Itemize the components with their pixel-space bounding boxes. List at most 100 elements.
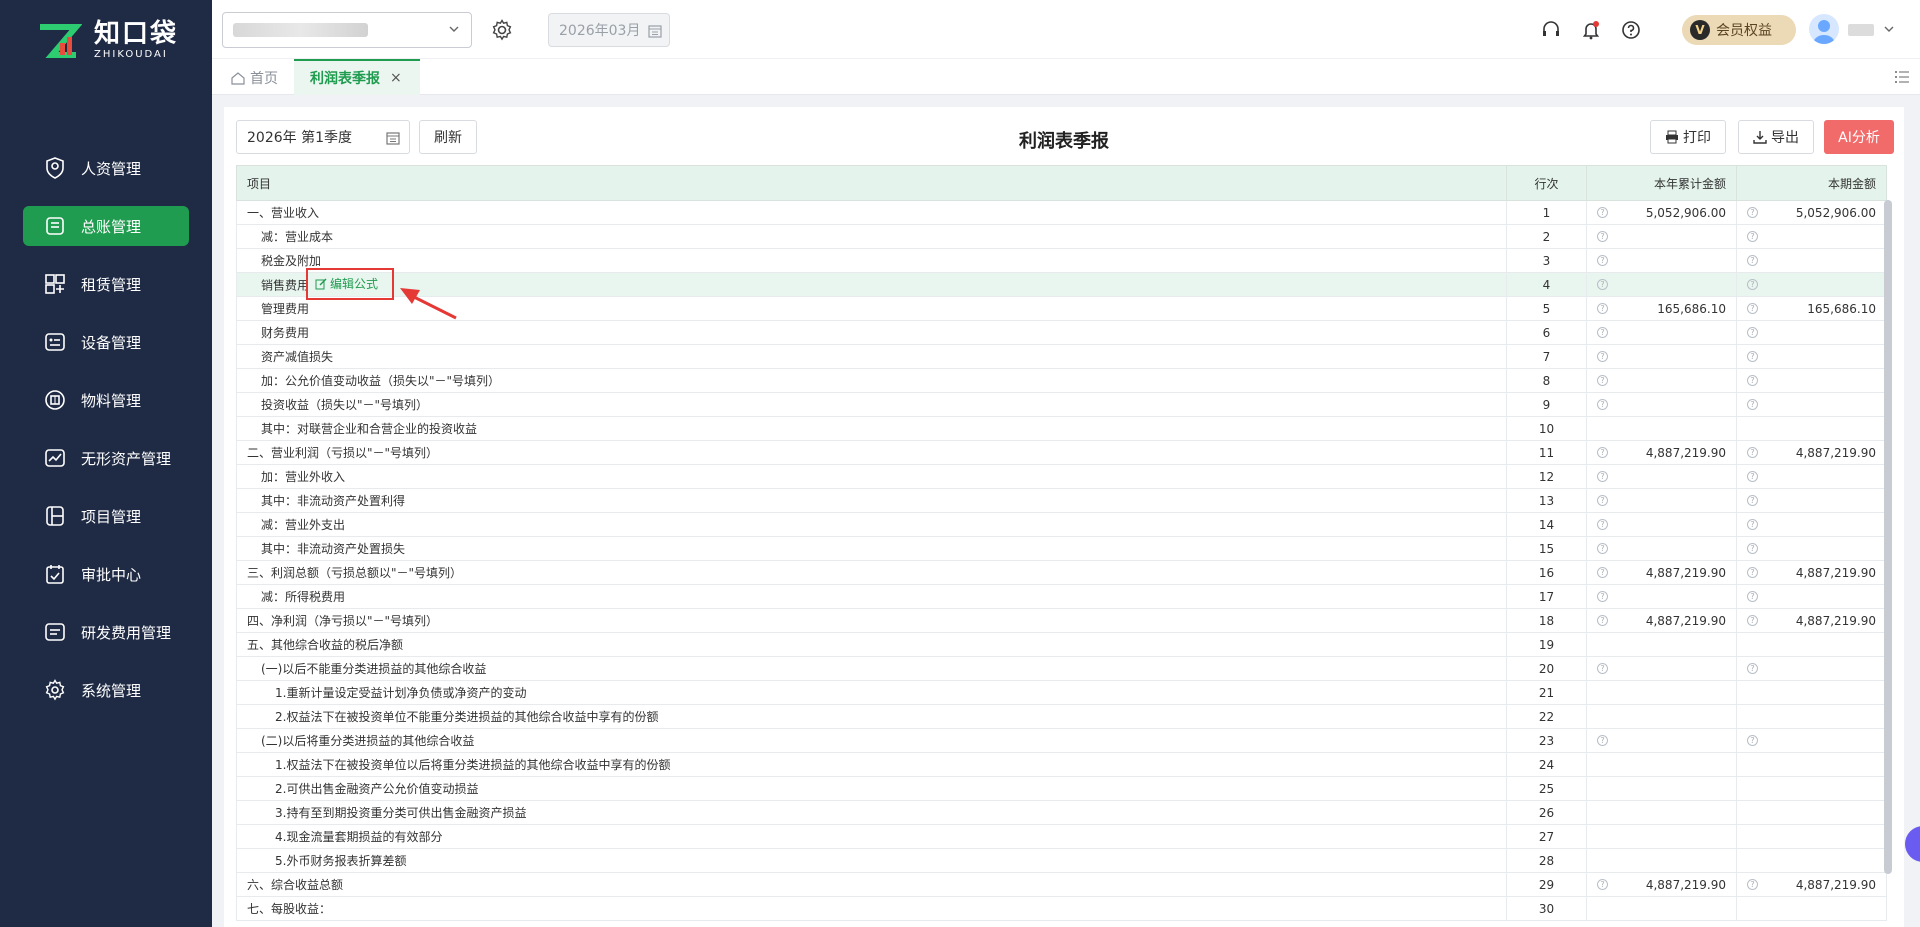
table-row[interactable]: 4.现金流量套期损益的有效部分 27 [236, 824, 1887, 849]
table-row[interactable]: 二、营业利润（亏损以"－"号填列） 11? 4,887,219.90? 4,887,2… [236, 440, 1887, 465]
table-row[interactable]: 5.外币财务报表折算差额 28 [236, 848, 1887, 873]
row-ytd[interactable]: ? [1586, 368, 1737, 393]
row-ytd[interactable]: ? [1586, 392, 1737, 417]
question-icon[interactable]: ? [1747, 543, 1758, 554]
sidebar-item-6[interactable]: 无形资产管理 [23, 438, 189, 478]
question-icon[interactable]: ? [1597, 471, 1608, 482]
row-ytd[interactable]: ? [1586, 656, 1737, 681]
table-row[interactable]: 其中：非流动资产处置损失 15?? [236, 536, 1887, 561]
row-period[interactable] [1736, 632, 1887, 657]
row-ytd[interactable] [1586, 824, 1737, 849]
table-row[interactable]: (一)以后不能重分类进损益的其他综合收益 20?? [236, 656, 1887, 681]
question-icon[interactable]: ? [1747, 615, 1758, 626]
row-ytd[interactable]: ? [1586, 344, 1737, 369]
help-icon[interactable] [1620, 19, 1642, 41]
settings-gear-icon[interactable] [490, 18, 514, 42]
row-ytd[interactable] [1586, 704, 1737, 729]
question-icon[interactable]: ? [1747, 279, 1758, 290]
table-row[interactable]: 四、净利润（净亏损以"－"号填列） 18? 4,887,219.90? 4,887,2… [236, 608, 1887, 633]
row-period[interactable] [1736, 752, 1887, 777]
row-ytd[interactable]: ? [1586, 488, 1737, 513]
table-row[interactable]: (二)以后将重分类进损益的其他综合收益 23?? [236, 728, 1887, 753]
row-period[interactable]: ? [1736, 272, 1887, 297]
question-icon[interactable]: ? [1747, 495, 1758, 506]
company-select[interactable] [222, 12, 472, 48]
headset-icon[interactable] [1540, 19, 1562, 41]
row-ytd[interactable]: ? [1586, 728, 1737, 753]
table-row[interactable]: 销售费用 编辑公式 4?? [236, 272, 1887, 297]
question-icon[interactable]: ? [1597, 615, 1608, 626]
row-period[interactable] [1736, 800, 1887, 825]
question-icon[interactable]: ? [1597, 231, 1608, 242]
user-menu-chevron-icon[interactable] [1882, 22, 1896, 36]
table-row[interactable]: 投资收益（损失以"－"号填列） 9?? [236, 392, 1887, 417]
question-icon[interactable]: ? [1597, 327, 1608, 338]
table-row[interactable]: 六、综合收益总额 29? 4,887,219.90? 4,887,219.90 [236, 872, 1887, 897]
row-period[interactable]: ? 4,887,219.90 [1736, 560, 1887, 585]
table-row[interactable]: 五、其他综合收益的税后净额 19 [236, 632, 1887, 657]
row-ytd[interactable]: ? [1586, 584, 1737, 609]
table-row[interactable]: 3.持有至到期投资重分类可供出售金融资产损益 26 [236, 800, 1887, 825]
table-row[interactable]: 税金及附加 3?? [236, 248, 1887, 273]
row-period[interactable]: ? [1736, 224, 1887, 249]
question-icon[interactable]: ? [1597, 567, 1608, 578]
row-period[interactable] [1736, 824, 1887, 849]
refresh-button[interactable]: 刷新 [419, 120, 477, 154]
sidebar-item-10[interactable]: 系统管理 [23, 670, 189, 710]
row-period[interactable]: ? [1736, 344, 1887, 369]
question-icon[interactable]: ? [1747, 375, 1758, 386]
question-icon[interactable]: ? [1747, 351, 1758, 362]
row-ytd[interactable] [1586, 896, 1737, 921]
row-ytd[interactable]: ? 4,887,219.90 [1586, 608, 1737, 633]
table-row[interactable]: 三、利润总额（亏损总额以"－"号填列） 16? 4,887,219.90? 4,887… [236, 560, 1887, 585]
row-period[interactable] [1736, 848, 1887, 873]
question-icon[interactable]: ? [1747, 327, 1758, 338]
tab-close-icon[interactable]: × [390, 70, 402, 86]
sidebar-item-9[interactable]: 研发费用管理 [23, 612, 189, 652]
row-ytd[interactable]: ? 4,887,219.90 [1586, 560, 1737, 585]
question-icon[interactable]: ? [1597, 663, 1608, 674]
row-period[interactable]: ? 4,887,219.90 [1736, 872, 1887, 897]
row-period[interactable]: ? [1736, 320, 1887, 345]
question-icon[interactable]: ? [1597, 279, 1608, 290]
question-icon[interactable]: ? [1597, 879, 1608, 890]
question-icon[interactable]: ? [1597, 495, 1608, 506]
ai-analysis-button[interactable]: AI分析 [1824, 120, 1894, 154]
row-period[interactable]: ? 5,052,906.00 [1736, 200, 1887, 225]
export-button[interactable]: 导出 [1738, 120, 1814, 154]
row-ytd[interactable]: ? [1586, 272, 1737, 297]
question-icon[interactable]: ? [1747, 231, 1758, 242]
row-period[interactable]: ? [1736, 368, 1887, 393]
row-period[interactable]: ? 4,887,219.90 [1736, 608, 1887, 633]
row-ytd[interactable]: ? 4,887,219.90 [1586, 872, 1737, 897]
sidebar-item-3[interactable]: 租赁管理 [23, 264, 189, 304]
row-ytd[interactable]: ? 4,887,219.90 [1586, 440, 1737, 465]
question-icon[interactable]: ? [1597, 591, 1608, 602]
table-row[interactable]: 管理费用 5? 165,686.10? 165,686.10 [236, 296, 1887, 321]
avatar[interactable] [1809, 14, 1839, 44]
vip-benefits-button[interactable]: V 会员权益 [1682, 15, 1796, 45]
question-icon[interactable]: ? [1747, 591, 1758, 602]
row-period[interactable]: ? [1736, 392, 1887, 417]
row-period[interactable]: ? [1736, 536, 1887, 561]
table-row[interactable]: 减：营业成本 2?? [236, 224, 1887, 249]
row-period[interactable] [1736, 416, 1887, 441]
table-row[interactable]: 减：营业外支出 14?? [236, 512, 1887, 537]
table-row[interactable]: 减：所得税费用 17?? [236, 584, 1887, 609]
sidebar-item-4[interactable]: 设备管理 [23, 322, 189, 362]
row-period[interactable]: ? [1736, 464, 1887, 489]
row-ytd[interactable] [1586, 752, 1737, 777]
row-period[interactable]: ? [1736, 488, 1887, 513]
tab-profit-quarterly[interactable]: 利润表季报 × [294, 59, 420, 95]
question-icon[interactable]: ? [1597, 399, 1608, 410]
row-ytd[interactable]: ? 5,052,906.00 [1586, 200, 1737, 225]
sidebar-item-2[interactable]: 总账管理 [23, 206, 189, 246]
sidebar-item-1[interactable]: 人资管理 [23, 148, 189, 188]
row-ytd[interactable] [1586, 848, 1737, 873]
row-ytd[interactable]: ? [1586, 248, 1737, 273]
row-ytd[interactable]: ? [1586, 464, 1737, 489]
bell-icon[interactable] [1580, 19, 1602, 41]
sidebar-item-5[interactable]: 物料管理 [23, 380, 189, 420]
question-icon[interactable]: ? [1747, 735, 1758, 746]
row-period[interactable]: ? 165,686.10 [1736, 296, 1887, 321]
